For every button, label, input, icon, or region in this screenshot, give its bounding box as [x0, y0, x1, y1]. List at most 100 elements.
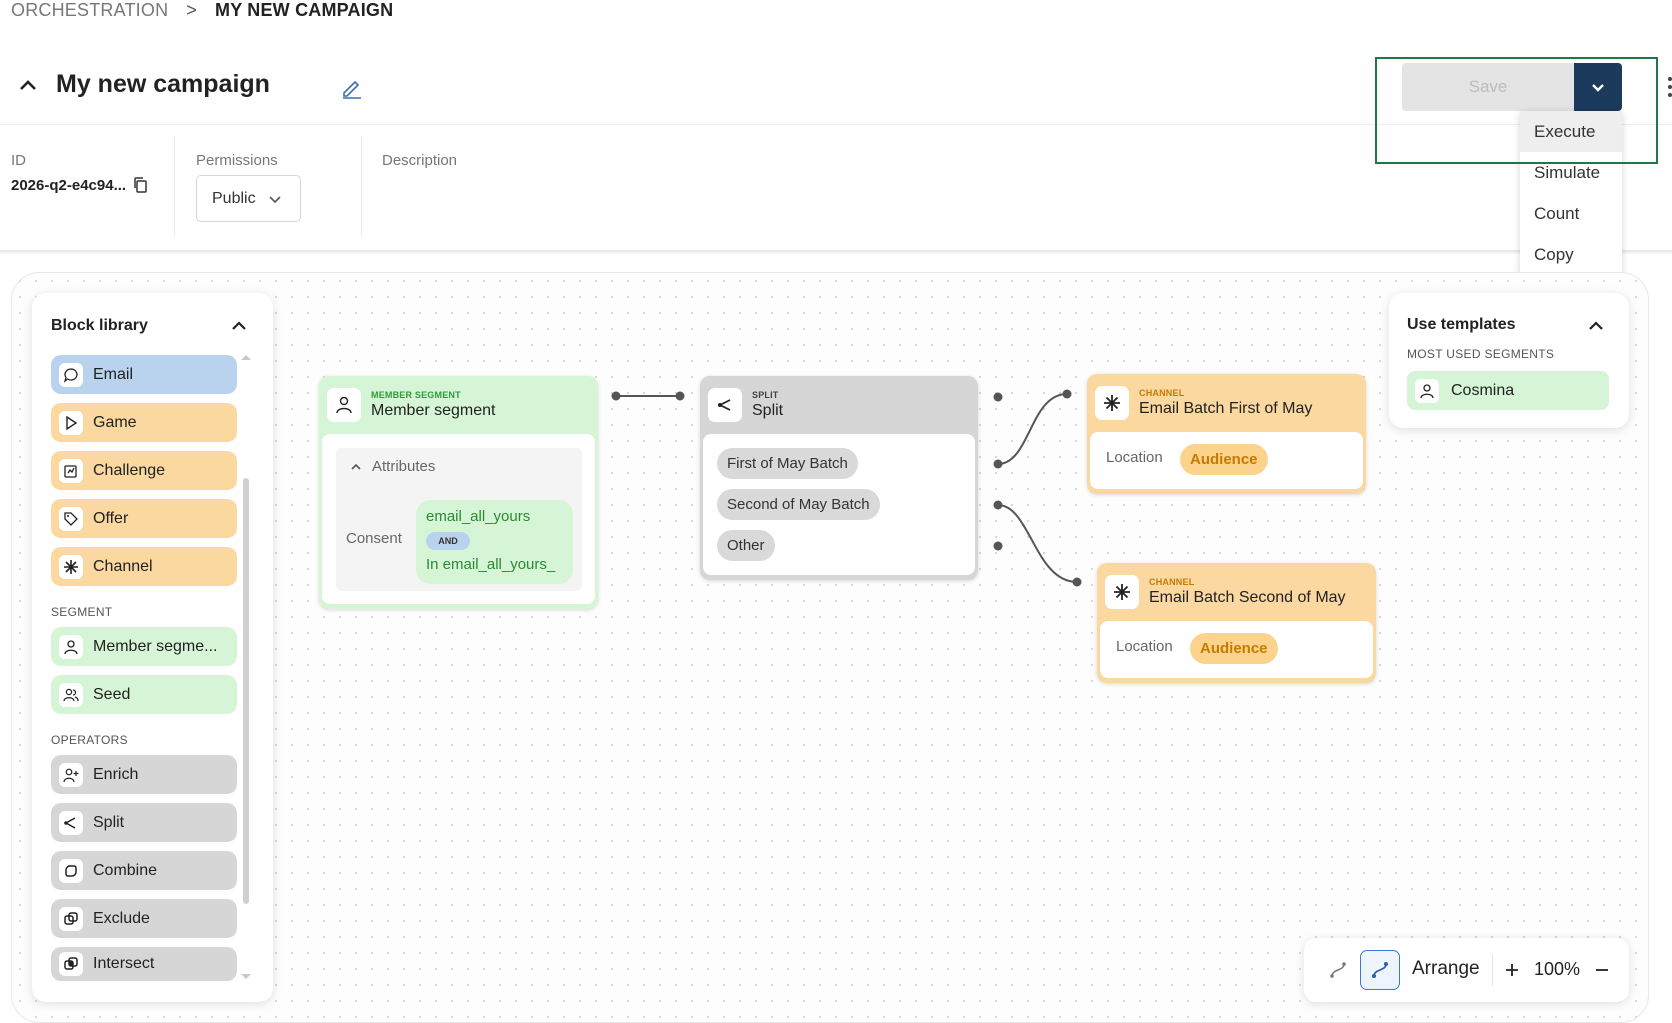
person-icon — [327, 388, 361, 422]
library-item-intersect[interactable]: Intersect — [51, 947, 237, 981]
templates-panel: Use templates MOST USED SEGMENTS Cosmina — [1389, 293, 1629, 428]
library-item-label: Seed — [93, 685, 131, 703]
chevron-up-icon — [351, 463, 361, 470]
zoom-level: 100% — [1534, 959, 1581, 979]
asterisk-icon — [1105, 575, 1139, 609]
location-label: Location — [1116, 638, 1173, 655]
chevron-up-icon[interactable] — [230, 317, 248, 335]
node-channel-second[interactable]: CHANNEL Email Batch Second of May Locati… — [1097, 563, 1376, 683]
library-item-channel[interactable]: Channel — [51, 547, 237, 586]
scroll-down-icon[interactable] — [240, 973, 252, 981]
node-split[interactable]: SPLIT Split First of May Batch Second of… — [700, 376, 978, 580]
library-item-challenge[interactable]: Challenge — [51, 451, 237, 490]
person-add-icon — [59, 762, 83, 787]
node-header: CHANNEL Email Batch First of May — [1087, 374, 1366, 432]
connector-style-button[interactable] — [1318, 950, 1358, 990]
library-item-label: Game — [93, 413, 137, 431]
library-item-offer[interactable]: Offer — [51, 499, 237, 538]
zoom-out-icon[interactable] — [1594, 962, 1610, 978]
node-category: SPLIT — [752, 390, 779, 400]
edit-pencil-icon[interactable] — [340, 76, 364, 100]
title-row: My new campaign — [18, 70, 270, 99]
more-options-icon[interactable] — [1664, 75, 1672, 99]
node-header: MEMBER SEGMENT Member segment — [319, 376, 598, 434]
node-header: SPLIT Split — [700, 376, 978, 434]
people-icon — [59, 682, 83, 707]
breadcrumb-separator-icon: > — [186, 0, 197, 20]
tag-icon — [59, 506, 83, 531]
id-label: ID — [11, 152, 26, 169]
zoom-in-icon[interactable] — [1504, 962, 1520, 978]
chat-bubble-icon — [59, 362, 83, 387]
library-item-member-segment[interactable]: Member segme... — [51, 627, 237, 666]
library-item-exclude[interactable]: Exclude — [51, 899, 237, 938]
node-body: Attributes Consent email_all_yours AND I… — [322, 434, 595, 604]
curve-connector-icon — [1372, 962, 1388, 978]
library-item-label: Member segme... — [93, 637, 218, 655]
library-item-seed[interactable]: Seed — [51, 675, 237, 714]
node-body: First of May Batch Second of May Batch O… — [703, 434, 975, 575]
templates-title: Use templates — [1407, 316, 1516, 333]
node-category: CHANNEL — [1139, 388, 1185, 398]
node-member-segment[interactable]: MEMBER SEGMENT Member segment Attributes… — [319, 376, 598, 609]
menu-item-copy[interactable]: Copy — [1520, 234, 1622, 275]
library-item-label: Email — [93, 365, 134, 383]
consent-value: email_all_yours — [426, 508, 531, 525]
id-field: 2026-q2-e4c94... — [11, 176, 150, 194]
node-channel-first[interactable]: CHANNEL Email Batch First of May Locatio… — [1087, 374, 1366, 494]
operator-badge: AND — [426, 532, 470, 550]
template-item-label: Cosmina — [1451, 381, 1515, 399]
node-body: Location Audience — [1100, 621, 1373, 678]
node-name: Member segment — [371, 402, 496, 419]
split-icon — [708, 388, 742, 422]
library-item-label: Enrich — [93, 765, 139, 783]
breadcrumb-root[interactable]: ORCHESTRATION — [11, 0, 168, 21]
operators-section-title: OPERATORS — [51, 733, 128, 747]
breadcrumb: ORCHESTRATION > MY NEW CAMPAIGN — [11, 0, 393, 21]
copy-icon[interactable] — [132, 176, 150, 194]
page-title: My new campaign — [56, 70, 270, 98]
split-branch[interactable]: Second of May Batch — [717, 489, 880, 520]
template-item-cosmina[interactable]: Cosmina — [1407, 371, 1609, 410]
chevron-up-icon[interactable] — [18, 75, 38, 95]
library-item-game[interactable]: Game — [51, 403, 237, 442]
highlight-box — [1375, 57, 1658, 164]
permissions-value: Public — [212, 189, 256, 207]
scroll-up-icon[interactable] — [240, 353, 252, 361]
challenge-icon — [59, 458, 83, 483]
split-branch[interactable]: First of May Batch — [717, 448, 858, 479]
consent-condition[interactable]: email_all_yours AND In email_all_yours_ — [416, 500, 573, 584]
library-item-label: Channel — [93, 557, 153, 575]
library-item-enrich[interactable]: Enrich — [51, 755, 237, 794]
library-item-combine[interactable]: Combine — [51, 851, 237, 890]
library-item-label: Split — [93, 813, 125, 831]
asterisk-icon — [1095, 386, 1129, 420]
attributes-label: Attributes — [372, 458, 436, 475]
person-icon — [1415, 378, 1439, 403]
library-item-split[interactable]: Split — [51, 803, 237, 842]
library-item-label: Challenge — [93, 461, 166, 479]
attributes-header[interactable]: Attributes — [350, 458, 435, 475]
menu-item-count[interactable]: Count — [1520, 193, 1622, 234]
breadcrumb-current: MY NEW CAMPAIGN — [215, 0, 394, 20]
consent-label: Consent — [346, 530, 402, 547]
permissions-label: Permissions — [196, 152, 278, 169]
audience-badge[interactable]: Audience — [1180, 444, 1268, 475]
library-scrollbar[interactable] — [243, 478, 249, 904]
permissions-select[interactable]: Public — [196, 175, 301, 222]
audience-badge[interactable]: Audience — [1190, 633, 1278, 664]
canvas-controls: Arrange 100% — [1304, 938, 1629, 1002]
library-item-email[interactable]: Email — [51, 355, 237, 394]
chevron-down-icon — [269, 195, 281, 203]
meta-separator — [174, 136, 175, 236]
play-icon — [59, 410, 83, 435]
connector-style-button-active[interactable] — [1360, 950, 1400, 990]
exclude-icon — [59, 906, 83, 931]
chevron-up-icon[interactable] — [1587, 317, 1605, 335]
header-shadow — [0, 250, 1672, 254]
location-label: Location — [1106, 449, 1163, 466]
split-branch[interactable]: Other — [717, 530, 775, 561]
arrange-button[interactable]: Arrange — [1412, 958, 1480, 980]
description-label[interactable]: Description — [382, 152, 457, 169]
meta-separator — [361, 136, 362, 236]
